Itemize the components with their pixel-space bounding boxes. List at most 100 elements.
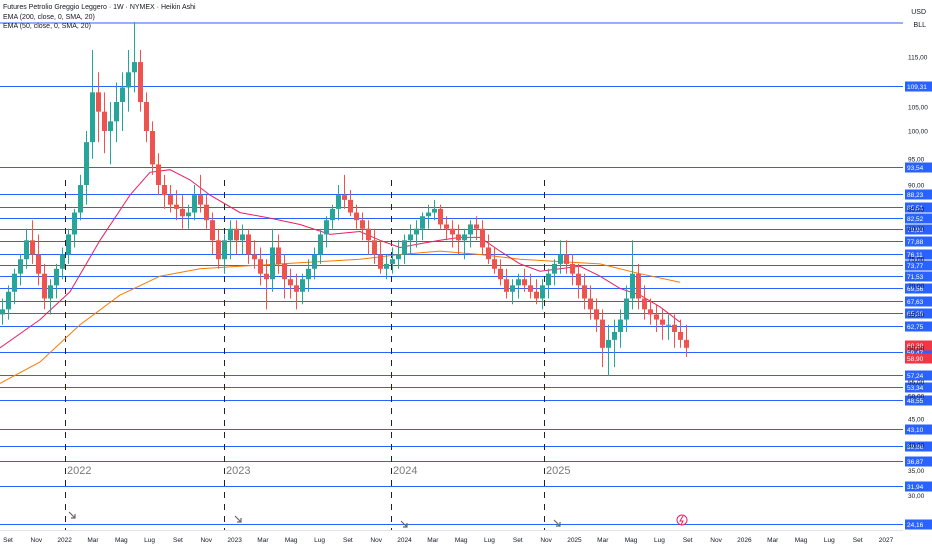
candle-body xyxy=(228,228,233,241)
candle-body xyxy=(510,285,515,292)
currency-selector[interactable]: USD BLL xyxy=(911,6,926,32)
candle-body xyxy=(36,254,41,274)
year-marker: 2024 xyxy=(393,465,417,477)
candle-body xyxy=(108,121,113,131)
level-label: 62,75 xyxy=(907,324,924,331)
candle-body xyxy=(222,240,227,260)
candle xyxy=(138,50,143,112)
candle xyxy=(408,224,413,255)
candle-body xyxy=(390,259,395,264)
price-tick: 105,00 xyxy=(908,104,928,111)
price-tick: 40,00 xyxy=(908,442,925,449)
candle-body xyxy=(204,204,209,221)
price-tick: 50,00 xyxy=(908,394,925,401)
time-axis[interactable]: Set Nov 2022 Mar Mag Lug Set Nov 2023 Mar Mag Lug Se… xyxy=(0,530,932,550)
candle-body xyxy=(264,273,269,280)
candle xyxy=(126,50,131,112)
candle xyxy=(276,234,281,274)
candle xyxy=(78,174,83,221)
candle-body xyxy=(186,212,191,217)
candle-body xyxy=(564,254,569,264)
candle xyxy=(84,131,89,205)
time-tick: 2022 xyxy=(57,537,72,544)
price-axis[interactable]: 109,3193,5488,2385,5182,5279,9377,8876,1… xyxy=(905,0,932,550)
candle-body xyxy=(498,268,503,280)
candle xyxy=(372,228,377,264)
candle xyxy=(228,220,233,260)
candle xyxy=(60,247,65,280)
candle xyxy=(288,268,293,299)
candle xyxy=(600,309,605,368)
candle-body xyxy=(432,208,437,213)
candle-body xyxy=(324,220,329,235)
price-tick: 90,00 xyxy=(908,183,925,190)
candle xyxy=(270,228,275,292)
price-tick: 45,00 xyxy=(908,416,925,423)
candle xyxy=(606,324,611,376)
chart-legend: Futures Petrolio Greggio Leggero · 1W · … xyxy=(3,3,196,32)
arrow-icon xyxy=(234,515,242,523)
time-tick: Lug xyxy=(144,537,155,544)
level-label: 67,63 xyxy=(907,299,924,306)
candle-body xyxy=(138,62,143,102)
candle-body xyxy=(60,254,65,269)
candle xyxy=(294,273,299,310)
candle-body xyxy=(66,234,71,255)
horizontal-levels xyxy=(0,22,903,525)
candle xyxy=(48,279,53,315)
candle-body xyxy=(576,273,581,286)
time-tick: Lug xyxy=(824,537,835,544)
candle xyxy=(654,304,659,332)
unit-label: BLL xyxy=(913,22,926,29)
time-tick: 2025 xyxy=(567,537,582,544)
candle-body xyxy=(102,111,107,131)
time-tick: Nov xyxy=(370,537,382,544)
legend-ema50: EMA (50, close, 0, SMA, 20) xyxy=(3,23,91,30)
time-tick: Mar xyxy=(427,537,439,544)
candle-body xyxy=(636,273,641,299)
candle-body xyxy=(126,72,131,88)
arrow-icon xyxy=(68,511,76,519)
candle-body xyxy=(48,285,53,299)
candle xyxy=(336,185,341,221)
candle-body xyxy=(630,273,635,299)
candle xyxy=(168,185,173,213)
price-tick: 35,00 xyxy=(908,468,925,475)
candle-body xyxy=(120,87,125,102)
level-label: 73,77 xyxy=(907,263,924,270)
price-tick: 85,00 xyxy=(908,206,925,213)
candle xyxy=(384,254,389,280)
candle-body xyxy=(0,309,5,315)
time-tick: Nov xyxy=(710,537,722,544)
candle-body xyxy=(54,268,59,286)
candle xyxy=(330,204,335,229)
year-marker: 2022 xyxy=(67,465,91,477)
candle-body xyxy=(426,212,431,217)
candle xyxy=(354,204,359,229)
time-tick: Mag xyxy=(115,537,128,544)
level-label: 43,10 xyxy=(907,427,924,434)
candle xyxy=(246,228,251,264)
candle-body xyxy=(354,212,359,221)
candle xyxy=(162,174,167,209)
candle xyxy=(552,259,557,286)
candle-body xyxy=(504,279,509,292)
price-chart[interactable]: 109,3193,5488,2385,5182,5279,9377,8876,1… xyxy=(0,0,932,550)
candle xyxy=(678,319,683,348)
time-tick: 2023 xyxy=(227,537,242,544)
legend-title: Futures Petrolio Greggio Leggero · 1W · … xyxy=(3,4,196,11)
candle-body xyxy=(18,259,23,274)
candle-body xyxy=(480,228,485,248)
candle xyxy=(390,247,395,274)
price-badge-label: 58,90 xyxy=(907,356,924,363)
price-tick: 95,00 xyxy=(908,156,925,163)
candle-body xyxy=(162,185,167,196)
candle xyxy=(432,199,437,221)
candle-body xyxy=(642,298,647,310)
candle-body xyxy=(372,240,377,255)
candle-body xyxy=(654,314,659,320)
candle xyxy=(96,72,101,143)
level-label: 88,23 xyxy=(907,192,924,199)
candle-body xyxy=(420,216,425,229)
candle-body xyxy=(672,324,677,332)
